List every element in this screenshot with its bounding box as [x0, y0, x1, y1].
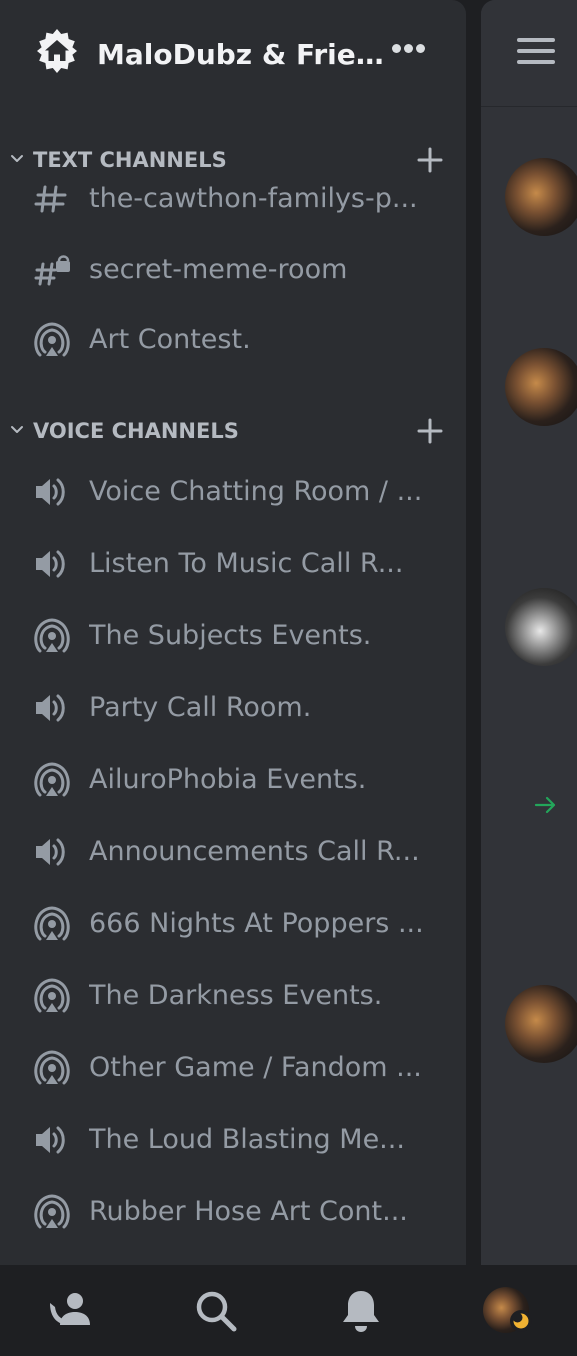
voice-channel-icon — [36, 478, 65, 506]
channel-name: The Darkness Events. — [89, 980, 383, 1011]
channel-item[interactable]: the-cawthon-familys-p... — [0, 169, 466, 229]
locked-text-channel-icon — [34, 255, 70, 286]
channel-item[interactable]: Party Call Room. — [0, 678, 466, 738]
stage-channel-icon — [34, 762, 70, 797]
channel-item[interactable]: The Darkness Events. — [0, 966, 466, 1026]
member-list-toggle-icon[interactable] — [517, 38, 555, 64]
channel-name: The Subjects Events. — [89, 620, 372, 651]
search-icon[interactable] — [192, 1287, 240, 1335]
more-icon[interactable] — [392, 44, 426, 56]
channel-item[interactable]: Other Game / Fandom ... — [0, 1038, 466, 1098]
channel-name: Party Call Room. — [89, 692, 312, 723]
voice-channel-icon — [36, 550, 65, 578]
voice-channel-icon — [36, 1126, 65, 1154]
channel-sidebar: MaloDubz & Frie... TEXT CHANNELS the-cawt… — [0, 0, 466, 1265]
stage-channel-icon — [34, 322, 70, 357]
category-header[interactable]: VOICE CHANNELS — [0, 411, 466, 451]
chat-area — [481, 0, 577, 1265]
channel-item[interactable]: secret-meme-room — [0, 240, 466, 300]
message-avatar[interactable] — [505, 985, 577, 1063]
chevron-down-icon — [11, 155, 23, 162]
channel-item[interactable]: Listen To Music Call R... — [0, 534, 466, 594]
channel-item[interactable]: The Subjects Events. — [0, 606, 466, 666]
channel-item[interactable]: Voice Chatting Room / ... — [0, 462, 466, 522]
channel-item[interactable]: The Loud Blasting Me... — [0, 1110, 466, 1170]
channel-item[interactable]: Announcements Call R... — [0, 822, 466, 882]
stage-channel-icon — [34, 1194, 70, 1229]
channel-name: Other Game / Fandom ... — [89, 1052, 422, 1083]
add-channel-icon[interactable] — [416, 417, 444, 445]
member-join-arrow-icon — [534, 796, 556, 814]
channel-name: AiluroPhobia Events. — [89, 764, 367, 795]
server-name[interactable]: MaloDubz & Frie... — [97, 30, 387, 80]
channel-item[interactable]: 666 Nights At Poppers ... — [0, 894, 466, 954]
bottom-nav — [0, 1265, 577, 1356]
voice-channel-icon — [36, 838, 65, 866]
home-icon — [37, 29, 77, 73]
chat-header — [481, 0, 577, 107]
channel-item[interactable]: Rubber Hose Art Cont... — [0, 1182, 466, 1242]
channel-name: Rubber Hose Art Cont... — [89, 1196, 408, 1227]
idle-status-icon — [510, 1310, 532, 1332]
channel-name: secret-meme-room — [89, 254, 348, 285]
stage-channel-icon — [34, 618, 70, 653]
message-avatar[interactable] — [505, 588, 577, 666]
channel-name: Art Contest. — [89, 324, 251, 355]
voice-channel-icon — [36, 694, 65, 722]
message-avatar[interactable] — [505, 158, 577, 236]
channel-name: Listen To Music Call R... — [89, 548, 404, 579]
friends-icon[interactable] — [46, 1287, 94, 1335]
channel-name: the-cawthon-familys-p... — [89, 183, 418, 214]
channel-item[interactable]: Art Contest. — [0, 310, 466, 370]
channel-name: Voice Chatting Room / ... — [89, 476, 423, 507]
channel-name: The Loud Blasting Me... — [89, 1124, 405, 1155]
channel-name: Announcements Call R... — [89, 836, 420, 867]
server-header[interactable]: MaloDubz & Frie... — [0, 0, 466, 106]
stage-channel-icon — [34, 978, 70, 1013]
chevron-down-icon — [11, 426, 23, 433]
channel-item[interactable]: AiluroPhobia Events. — [0, 750, 466, 810]
stage-channel-icon — [34, 1050, 70, 1085]
stage-channel-icon — [34, 906, 70, 941]
text-channel-icon — [34, 185, 67, 213]
notifications-icon[interactable] — [337, 1287, 385, 1335]
category-label: VOICE CHANNELS — [33, 419, 239, 443]
message-avatar[interactable] — [505, 348, 577, 426]
channel-name: 666 Nights At Poppers ... — [89, 908, 424, 939]
